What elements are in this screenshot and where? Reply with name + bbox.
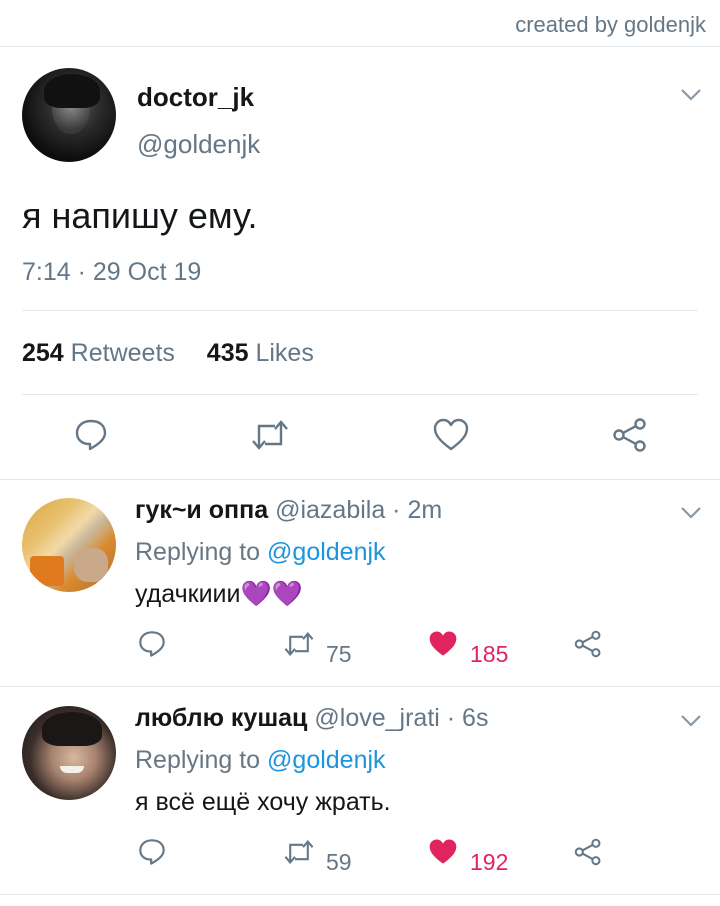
reply-icon[interactable]	[73, 417, 109, 453]
retweet-icon[interactable]	[283, 629, 315, 659]
like-count: 192	[470, 849, 509, 875]
divider	[0, 686, 720, 687]
reply-author-name[interactable]: гук~и оппа	[135, 496, 268, 524]
credit-text: created by goldenjk	[515, 12, 706, 37]
like-icon[interactable]	[427, 837, 459, 867]
like-count: 185	[470, 641, 509, 667]
main-tweet[interactable]: doctor_jk @goldenjk я напишу ему. 7:14 ·…	[0, 47, 720, 477]
chevron-down-icon[interactable]	[680, 714, 702, 728]
share-icon[interactable]	[573, 629, 603, 659]
reply-header: гук~и оппа @iazabila · 2m	[135, 496, 442, 525]
avatar[interactable]	[22, 706, 116, 800]
likes-count[interactable]: 435	[207, 339, 249, 367]
author-handle[interactable]: @goldenjk	[137, 129, 260, 160]
likes-label[interactable]: Likes	[255, 339, 313, 367]
share-icon[interactable]	[573, 837, 603, 867]
tweet-text: я напишу ему.	[22, 195, 258, 236]
like-icon[interactable]	[432, 417, 470, 453]
reply-text: удачкиии💜💜	[135, 580, 303, 608]
retweet-icon[interactable]	[250, 417, 290, 453]
reply-icon[interactable]	[137, 837, 167, 867]
replying-prefix: Replying to	[135, 538, 261, 566]
replying-prefix: Replying to	[135, 746, 261, 774]
avatar[interactable]	[22, 68, 116, 162]
retweet-count: 75	[326, 641, 352, 667]
chevron-down-icon[interactable]	[680, 88, 702, 102]
reply-icon[interactable]	[137, 629, 167, 659]
reply-author-name[interactable]: люблю кушац	[135, 704, 307, 732]
reply-text: я всё ещё хочу жрать.	[135, 788, 391, 816]
reply-header: люблю кушац @love_jrati · 6s	[135, 704, 488, 733]
author-name[interactable]: doctor_jk	[137, 82, 254, 113]
retweet-count: 59	[326, 849, 352, 875]
reply-author-handle[interactable]: @love_jrati · 6s	[314, 704, 488, 732]
retweets-label[interactable]: Retweets	[71, 339, 175, 367]
retweet-icon[interactable]	[283, 837, 315, 867]
like-icon[interactable]	[427, 629, 459, 659]
replying-to: Replying to @goldenjk	[135, 746, 386, 775]
reply-author-handle[interactable]: @iazabila · 2m	[275, 496, 442, 524]
tweet-stats: 254 Retweets 435 Likes	[22, 339, 314, 368]
replying-to-link[interactable]: @goldenjk	[267, 746, 386, 774]
avatar[interactable]	[22, 498, 116, 592]
divider	[22, 394, 698, 395]
divider	[22, 310, 698, 311]
share-icon[interactable]	[611, 417, 649, 453]
replying-to-link[interactable]: @goldenjk	[267, 538, 386, 566]
reply-tweet[interactable]: гук~и оппа @iazabila · 2m Replying to @g…	[0, 480, 720, 685]
retweets-count[interactable]: 254	[22, 339, 64, 367]
tweet-timestamp[interactable]: 7:14 · 29 Oct 19	[22, 258, 201, 287]
chevron-down-icon[interactable]	[680, 506, 702, 520]
reply-tweet[interactable]: люблю кушац @love_jrati · 6s Replying to…	[0, 688, 720, 893]
replying-to: Replying to @goldenjk	[135, 538, 386, 567]
divider	[0, 894, 720, 895]
